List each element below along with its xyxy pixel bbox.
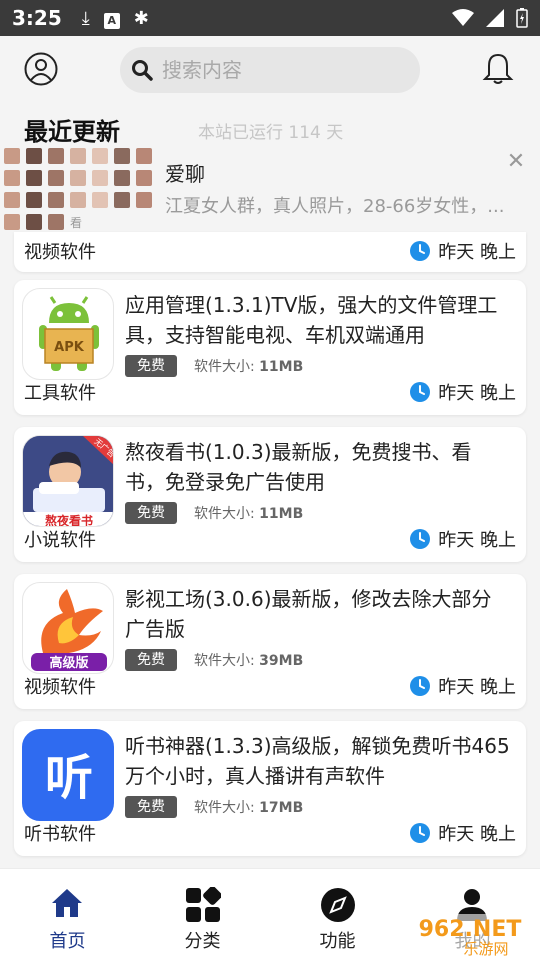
free-badge: 免费 xyxy=(125,649,177,671)
card-category: 视频软件 xyxy=(24,677,96,698)
card-time: 昨天 晚上 xyxy=(410,238,516,264)
search-input[interactable] xyxy=(162,58,402,82)
ad-photo-thumb xyxy=(48,148,64,164)
card-time: 昨天 晚上 xyxy=(410,673,516,699)
card-title[interactable]: 应用管理(1.3.1)TV版，强大的文件管理工具，支持智能电视、车机双端通用 xyxy=(125,290,510,350)
ad-grid-caption: 看 xyxy=(70,216,83,230)
ad-photo-thumb xyxy=(48,170,64,186)
card-time: 昨天 晚上 xyxy=(410,820,516,846)
list-item[interactable]: 无广告 熬夜看书 熬夜看书(1.0.3)最新版，免费搜书、看书，免登录免广告使用… xyxy=(14,427,526,562)
ad-photo-thumb xyxy=(70,192,86,208)
ad-photo-thumb xyxy=(4,148,20,164)
card-title[interactable]: 听书神器(1.3.3)高级版，解锁免费听书465万个小时，真人播讲有声软件 xyxy=(125,731,510,791)
card-category: 视频软件 xyxy=(24,242,96,263)
clock-icon xyxy=(410,241,431,261)
notification-a-icon: A xyxy=(103,8,120,29)
free-badge: 免费 xyxy=(125,796,177,818)
file-size: 软件大小: 11MB xyxy=(194,506,304,522)
ad-photo-thumb xyxy=(114,192,130,208)
ad-photo-thumb xyxy=(92,170,108,186)
nav-label-category: 分类 xyxy=(184,931,221,952)
clock-icon xyxy=(410,823,431,843)
section-title: 最近更新 xyxy=(24,118,120,146)
site-uptime: 本站已运行 114 天 xyxy=(198,123,344,143)
reading-icon-label: 熬夜看书 xyxy=(45,513,93,527)
nav-label-home: 首页 xyxy=(49,931,86,952)
ad-photo-grid: 看 xyxy=(4,148,154,232)
ad-photo-thumb xyxy=(26,192,42,208)
ad-photo-thumb xyxy=(26,214,42,230)
ad-title: 爱聊 xyxy=(165,162,205,186)
ad-photo-thumb xyxy=(114,148,130,164)
nav-home[interactable]: 首页 xyxy=(0,869,135,960)
clock-icon xyxy=(410,529,431,549)
ad-photo-thumb xyxy=(136,148,152,164)
battery-icon xyxy=(516,8,528,28)
card-category: 小说软件 xyxy=(24,530,96,551)
download-icon: ⤓ xyxy=(81,7,90,29)
watermark-top: 962.NET xyxy=(419,917,522,942)
signal-icon xyxy=(486,9,504,27)
section-header: 最近更新 本站已运行 114 天 xyxy=(0,104,540,146)
ad-photo-thumb xyxy=(26,170,42,186)
bell-icon[interactable] xyxy=(482,52,514,86)
listen-icon: 听 xyxy=(22,729,114,821)
ad-photo-thumb xyxy=(4,192,20,208)
ad-photo-thumb xyxy=(4,170,20,186)
ad-photo-thumb xyxy=(70,148,86,164)
ad-photo-thumb xyxy=(26,148,42,164)
watermark-bottom: 乐游网 xyxy=(463,940,508,958)
clock-icon xyxy=(410,676,431,696)
file-size: 软件大小: 39MB xyxy=(194,653,304,669)
search-icon xyxy=(132,60,153,81)
phoenix-icon: 高级版 xyxy=(22,582,114,674)
card-time: 昨天 晚上 xyxy=(410,526,516,552)
list-item[interactable]: APK 应用管理(1.3.1)TV版，强大的文件管理工具，支持智能电视、车机双端… xyxy=(14,280,526,415)
apk-label: APK xyxy=(54,340,85,355)
wifi-icon xyxy=(452,9,474,26)
clock-icon xyxy=(410,382,431,402)
card-category: 工具软件 xyxy=(24,383,96,404)
card-category: 听书软件 xyxy=(24,824,96,845)
apk-android-icon: APK xyxy=(22,288,114,380)
card-title[interactable]: 影视工场(3.0.6)最新版，修改去除大部分广告版 xyxy=(125,584,510,644)
ad-photo-thumb xyxy=(136,170,152,186)
ad-photo-thumb xyxy=(48,214,64,230)
app-header xyxy=(0,36,540,104)
reading-app-icon: 无广告 熬夜看书 xyxy=(22,435,114,527)
bug-icon: ✱ xyxy=(133,7,149,29)
card-title[interactable]: 熬夜看书(1.0.3)最新版，免费搜书、看书，免登录免广告使用 xyxy=(125,437,510,497)
user-avatar-icon[interactable] xyxy=(24,52,58,86)
search-bar[interactable] xyxy=(120,47,420,93)
nav-label-functions: 功能 xyxy=(319,931,356,952)
file-size: 软件大小: 17MB xyxy=(194,800,304,816)
file-size: 软件大小: 11MB xyxy=(194,359,304,375)
free-badge: 免费 xyxy=(125,355,177,377)
nav-category[interactable]: 分类 xyxy=(135,869,270,960)
listen-glyph: 听 xyxy=(45,750,93,806)
ad-description: 江夏女人群，真人照片，28-66岁女性，... xyxy=(165,196,505,217)
category-grid-icon xyxy=(186,887,221,922)
status-time: 3:25 xyxy=(12,6,62,30)
premium-label: 高级版 xyxy=(49,655,88,671)
compass-icon xyxy=(321,888,355,922)
ad-photo-thumb xyxy=(136,192,152,208)
ad-photo-thumb xyxy=(4,214,20,230)
nav-functions[interactable]: 功能 xyxy=(270,869,405,960)
list-item[interactable]: 听 听书神器(1.3.3)高级版，解锁免费听书465万个小时，真人播讲有声软件 … xyxy=(14,721,526,856)
status-bar: 3:25 ⤓ A ✱ xyxy=(0,0,540,36)
home-icon xyxy=(52,889,82,917)
free-badge: 免费 xyxy=(125,502,177,524)
ad-photo-thumb xyxy=(92,148,108,164)
ad-photo-thumb xyxy=(48,192,64,208)
ad-banner[interactable]: 看 爱聊 江夏女人群，真人照片，28-66岁女性，... xyxy=(0,144,540,236)
list-item[interactable]: 视频软件 昨天 晚上 xyxy=(14,232,526,272)
list-item[interactable]: 高级版 影视工场(3.0.6)最新版，修改去除大部分广告版 免费 软件大小: 3… xyxy=(14,574,526,709)
ad-photo-thumb xyxy=(70,170,86,186)
ad-photo-thumb xyxy=(92,192,108,208)
ad-photo-thumb xyxy=(114,170,130,186)
close-icon[interactable]: ✕ xyxy=(504,150,528,174)
card-time: 昨天 晚上 xyxy=(410,379,516,405)
watermark-logo: 962.NET 乐游网 xyxy=(404,914,536,958)
